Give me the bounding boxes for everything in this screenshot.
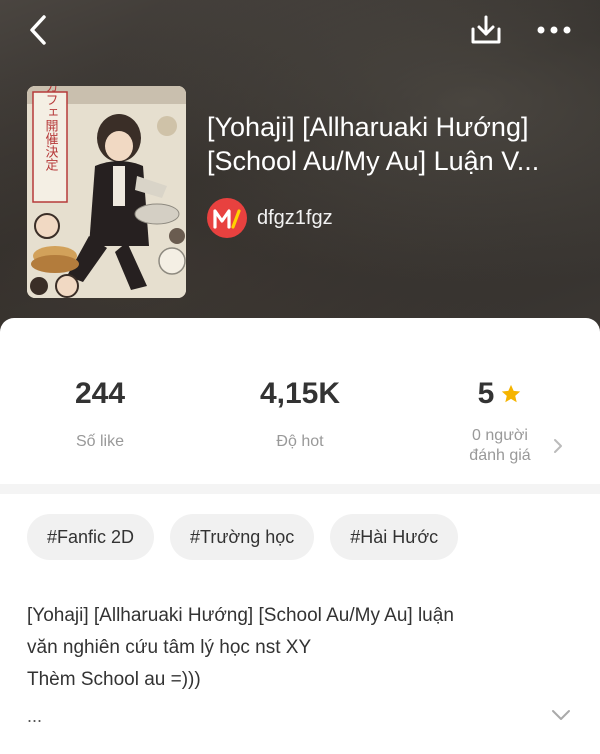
author-row[interactable]: dfgz1fgz [207,198,333,238]
story-title-line-1: [Yohaji] [Allharuaki Hướng] [207,112,529,142]
rating-score: 5 [477,377,495,410]
story-title-line-2: [School Au/My Au] Luận V... [207,146,540,176]
star-icon [502,384,521,403]
stat-likes: 244 Số like [40,376,160,452]
likes-count: 244 [74,377,126,410]
stat-hot: 4,15K Độ hot [240,376,360,452]
stat-rating[interactable]: 5 0 người đánh giá [440,376,560,466]
tag-list: #Fanfic 2D #Trường học #Hài Hước [27,514,459,560]
more-options-button[interactable] [530,10,578,50]
download-button[interactable] [466,10,506,50]
description-line-1: [Yohaji] [Allharuaki Hướng] [School Au/M… [27,605,454,626]
hot-count: 4,15K [259,377,341,410]
story-cover-image[interactable]: コラボカフェ開催決定 [27,86,186,298]
cover-art-text: コラボカフェ開催決定 [43,86,59,172]
more-icon [537,26,571,34]
download-icon [471,15,501,44]
tag-truong-hoc[interactable]: #Trường học [170,514,315,560]
stats-row: 244 Số like 4,15K Độ hot 5 0 người đánh … [0,318,600,486]
chevron-down-icon[interactable] [550,708,572,722]
author-name[interactable]: dfgz1fgz [257,207,333,230]
story-header-background: コラボカフェ開催決定 [Yohaji] [Allharuaki Hướng] [… [0,0,600,340]
back-icon [30,15,46,45]
description-line-2: văn nghiên cứu tâm lý học nst XY [27,637,312,658]
tag-hai-huoc[interactable]: #Hài Hước [330,514,459,560]
rating-count-line-2: đánh giá [469,447,531,464]
author-avatar[interactable] [207,198,247,238]
mangatoon-logo-icon [213,209,241,229]
story-info-card: 244 Số like 4,15K Độ hot 5 0 người đánh … [0,318,600,754]
tag-fanfic-2d[interactable]: #Fanfic 2D [27,514,155,560]
rating-count-label: 0 người đánh giá [440,426,560,466]
description-ellipsis: ... [27,706,43,726]
likes-label: Số like [75,433,125,450]
story-title: [Yohaji] [Allharuaki Hướng] [School Au/M… [207,110,587,178]
description-line-3: Thèm School au =))) [27,669,201,690]
chevron-right-icon[interactable] [552,438,564,454]
story-description: [Yohaji] [Allharuaki Hướng] [School Au/M… [27,600,567,696]
hot-label: Độ hot [276,433,324,450]
rating-count-line-1: 0 người [472,427,528,444]
section-divider [0,484,600,494]
back-button[interactable] [18,10,58,50]
